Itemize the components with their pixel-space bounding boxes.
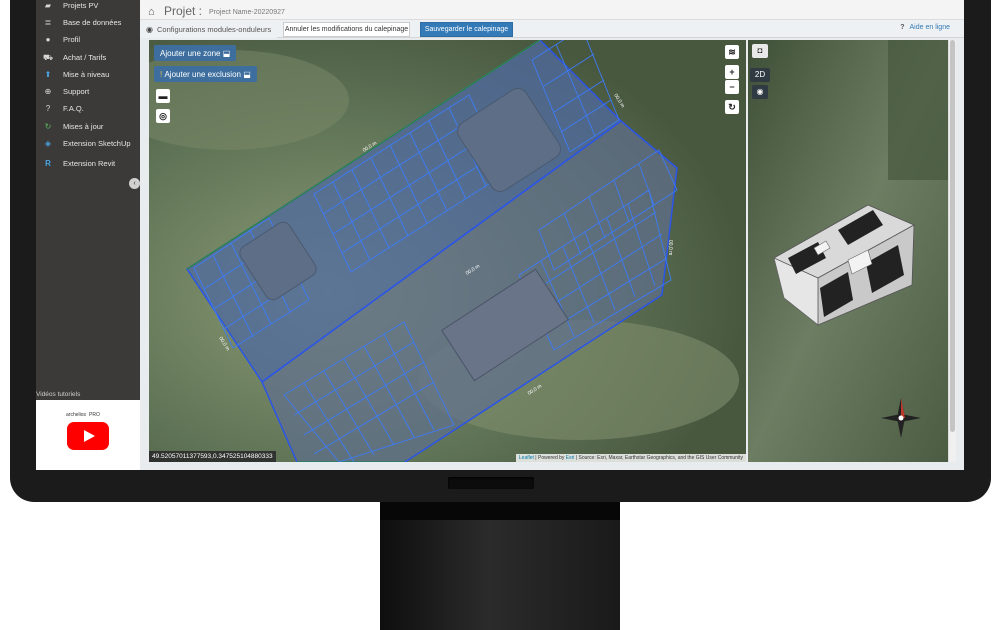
add-zone-button[interactable]: Ajouter une zone ⬓ (154, 45, 237, 61)
warning-icon: ! (160, 69, 163, 79)
brand-name: archelios (66, 412, 87, 418)
sidebar-item-label: Projets PV (63, 1, 99, 10)
add-exclusion-label: Ajouter une exclusion (164, 69, 241, 79)
sidebar-item-extension-sketchup[interactable]: ◈ Extension SketchUp (36, 136, 140, 151)
refresh-icon: ↻ (728, 102, 736, 112)
cart-icon: ⛟ (42, 52, 54, 62)
ruler-icon: ▬ (158, 91, 168, 101)
svg-text:00,0 m: 00,0 m (667, 240, 673, 255)
sidebar-item-label: Base de données (63, 18, 122, 27)
database-icon: ≣ (44, 18, 52, 27)
terrain-patch (888, 40, 948, 180)
folder-open-icon: ▰ (44, 1, 52, 10)
sidebar-item-achat-tarifs[interactable]: ⛟ Achat / Tarifs (36, 50, 140, 65)
sidebar-item-label: F.A.Q. (63, 104, 84, 113)
sidebar-item-base-de-donnees[interactable]: ≣ Base de données (36, 15, 140, 30)
sidebar-item-mises-a-jour[interactable]: ↻ Mises à jour (36, 119, 140, 134)
revit-icon: R (45, 159, 51, 168)
brand-suffix: PRO (89, 412, 100, 418)
scrollbar[interactable] (948, 40, 956, 462)
monitor-slot (448, 477, 534, 489)
tab-config-modules[interactable]: ◉ Configurations modules-onduleurs (140, 20, 278, 38)
sidebar-item-label: Achat / Tarifs (63, 53, 107, 62)
layers-icon: ≋ (728, 47, 736, 57)
page-header: ⌂ Projet : Project Name-20220927 (140, 0, 964, 20)
sketchup-icon: ◈ (44, 139, 52, 148)
attribution-source: | Source: Esri, Maxar, Earthstar Geograp… (575, 455, 743, 461)
toggle-2d-button[interactable]: 2D (750, 68, 770, 82)
map-2d[interactable]: 00,0 m 00,0 m 00,0 m 00,0 m 00,0 m 00,0 … (149, 40, 746, 462)
chevron-left-icon: ‹ (133, 180, 136, 187)
add-exclusion-button[interactable]: ! Ajouter une exclusion ⬓ (154, 66, 257, 82)
sidebar-item-label: Mise à niveau (63, 70, 110, 79)
compass-tool-button[interactable]: ◎ (156, 109, 170, 123)
app-screen: ▰ Projets PV ≣ Base de données ● Profil … (36, 0, 964, 470)
sidebar-item-extension-revit[interactable]: R Extension Revit (36, 156, 140, 171)
reset-view-button[interactable]: ↻ (725, 100, 739, 114)
view-3d[interactable]: ◘ 2D ◉ (748, 40, 948, 462)
add-zone-label: Ajouter une zone (160, 48, 221, 58)
cancel-button[interactable]: Annuler les modifications du calepinage (283, 22, 410, 37)
esri-link[interactable]: Esri (566, 455, 575, 461)
home-icon[interactable]: ⌂ (148, 6, 155, 18)
sidebar-item-label: Profil (63, 35, 81, 44)
youtube-play-icon[interactable] (67, 422, 109, 450)
zoom-out-button[interactable]: − (725, 80, 739, 94)
arrow-up-icon: ⬆ (44, 70, 52, 79)
sidebar-item-label: Mises à jour (63, 122, 104, 131)
draw-polygon-icon: ⬓ (243, 69, 251, 79)
tab-config-label: Configurations modules-onduleurs (156, 24, 272, 34)
ruler-tool-button[interactable]: ▬ (156, 89, 170, 103)
user-icon: ● (45, 35, 51, 44)
archelios-logo: archelios PRO (63, 411, 100, 418)
toggle-visibility-button[interactable]: ◉ (752, 85, 768, 99)
videos-label: Vidéos tutoriels (36, 391, 81, 398)
layers-button[interactable]: ≋ (725, 45, 739, 59)
project-name: Project Name-20220927 (209, 9, 285, 16)
leaflet-link[interactable]: Leaflet (519, 455, 534, 461)
monitor-stand-shadow (380, 502, 620, 520)
help-label: Aide en ligne (909, 24, 950, 31)
page-title: Projet : (164, 4, 203, 18)
question-icon: ? (45, 104, 51, 113)
draw-polygon-icon: ⬓ (222, 48, 231, 58)
cursor-coordinates: 49.52057011377593,0.3475251048803​33 (149, 451, 276, 462)
sidebar-item-projets-pv[interactable]: ▰ Projets PV (36, 0, 140, 13)
camera-button[interactable]: ◘ (752, 44, 768, 58)
save-button[interactable]: Sauvegarder le calepinage (420, 22, 513, 37)
scrollbar-thumb[interactable] (950, 40, 955, 432)
satellite-map-canvas: 00,0 m 00,0 m 00,0 m 00,0 m 00,0 m 00,0 … (149, 40, 746, 462)
eye-icon: ◉ (756, 87, 764, 96)
sidebar-item-label: Extension Revit (63, 159, 116, 168)
sidebar-item-faq[interactable]: ? F.A.Q. (36, 101, 140, 116)
sidebar-item-mise-a-niveau[interactable]: ⬆ Mise à niveau (36, 67, 140, 82)
compass-icon: ◎ (159, 111, 167, 121)
video-tutorial-thumbnail[interactable]: archelios PRO (36, 400, 140, 470)
sidebar-item-label: Extension SketchUp (63, 139, 131, 148)
map-attribution: Leaflet | Powered by Esri | Source: Esri… (515, 454, 746, 462)
view-3d-canvas (748, 40, 948, 462)
sidebar-collapse-button[interactable]: ‹ (129, 178, 140, 189)
sidebar-item-label: Support (63, 87, 90, 96)
sidebar-item-profil[interactable]: ● Profil (36, 32, 140, 47)
question-icon: ? (900, 24, 905, 31)
refresh-icon: ↻ (44, 122, 52, 131)
sidebar: ▰ Projets PV ≣ Base de données ● Profil … (36, 0, 140, 470)
sidebar-item-support[interactable]: ⊕ Support (36, 84, 140, 99)
toolbar: ◉ Configurations modules-onduleurs Annul… (140, 20, 964, 38)
help-link[interactable]: ? Aide en ligne (900, 24, 950, 31)
lifebuoy-icon: ⊕ (44, 87, 52, 96)
eye-icon: ◉ (146, 24, 153, 34)
monitor-stand (380, 502, 620, 630)
attribution-powered: | Powered by (535, 455, 565, 461)
camera-icon: ◘ (757, 46, 763, 55)
zoom-in-button[interactable]: + (725, 65, 739, 79)
